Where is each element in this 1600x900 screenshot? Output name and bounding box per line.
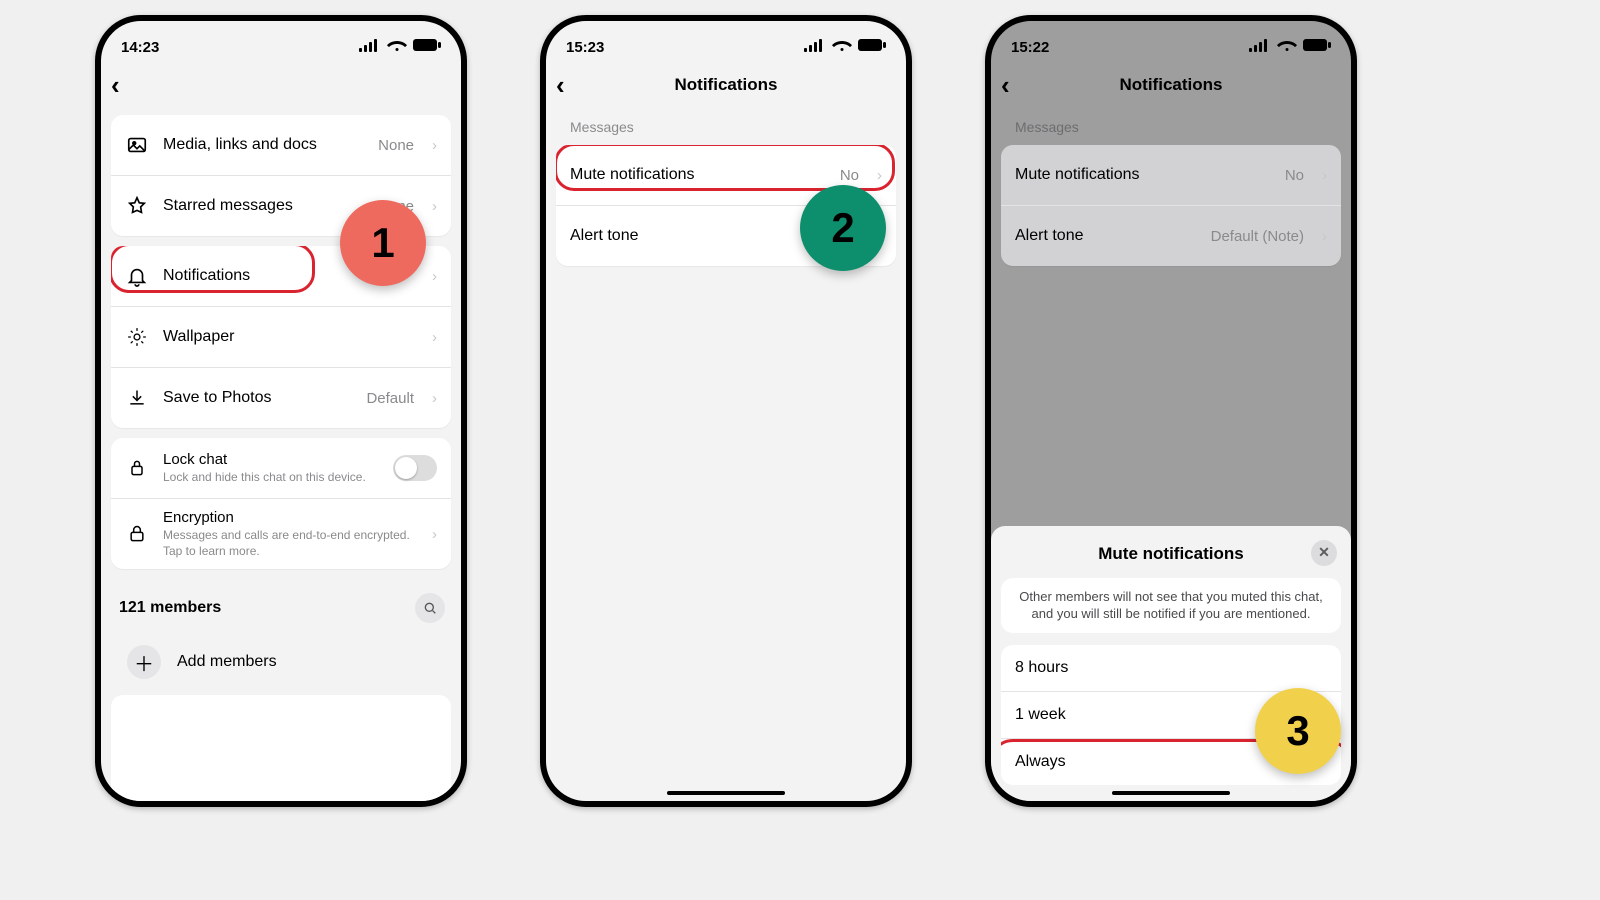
add-members-label: Add members bbox=[177, 653, 277, 671]
status-right bbox=[1249, 38, 1331, 56]
sheet-title-bar: Mute notifications ✕ bbox=[991, 536, 1351, 578]
lock-chat-labelwrap: Lock chat Lock and hide this chat on thi… bbox=[163, 451, 379, 486]
wifi-icon bbox=[387, 38, 407, 56]
lock-chat-sub: Lock and hide this chat on this device. bbox=[163, 470, 379, 486]
members-header: 121 members bbox=[101, 579, 461, 627]
bell-icon bbox=[125, 264, 149, 288]
status-time: 15:22 bbox=[1011, 39, 1049, 56]
phone-1-chat-settings: 14:23 ‹ Media, bbox=[95, 15, 467, 807]
search-icon bbox=[422, 600, 438, 616]
signal-icon bbox=[359, 38, 381, 56]
cell-encryption[interactable]: Encryption Messages and calls are end-to… bbox=[111, 498, 451, 569]
save-photos-value: Default bbox=[366, 390, 414, 407]
wallpaper-label: Wallpaper bbox=[163, 328, 414, 346]
media-label: Media, links and docs bbox=[163, 136, 364, 154]
wifi-icon bbox=[832, 38, 852, 56]
chevron-right-icon: › bbox=[432, 329, 437, 346]
tone-label: Alert tone bbox=[1015, 227, 1197, 245]
chevron-right-icon: › bbox=[432, 526, 437, 543]
title-bar: ‹ Notifications bbox=[546, 65, 906, 105]
lock-icon bbox=[125, 522, 149, 546]
status-bar: 15:22 bbox=[991, 21, 1351, 65]
battery-icon bbox=[858, 38, 886, 56]
cell-wallpaper[interactable]: Wallpaper › bbox=[111, 306, 451, 367]
cell-media[interactable]: Media, links and docs None › bbox=[111, 115, 451, 175]
mute-label: Mute notifications bbox=[570, 166, 826, 184]
phone-2-notifications: 15:23 ‹ Notifications Messages Mute noti… bbox=[540, 15, 912, 807]
sheet-title: Mute notifications bbox=[1098, 544, 1243, 563]
sheet-note: Other members will not see that you mute… bbox=[1001, 578, 1341, 633]
cell-save-photos[interactable]: Save to Photos Default › bbox=[111, 367, 451, 428]
back-icon[interactable]: ‹ bbox=[1001, 72, 1010, 98]
cell-lock-chat[interactable]: Lock chat Lock and hide this chat on thi… bbox=[111, 438, 451, 498]
encryption-label: Encryption bbox=[163, 509, 414, 526]
mute-value: No bbox=[1285, 167, 1304, 184]
tutorial-three-phones: 14:23 ‹ Media, bbox=[0, 0, 1600, 900]
signal-icon bbox=[804, 38, 826, 56]
title: Notifications bbox=[675, 75, 778, 95]
status-right bbox=[804, 38, 886, 56]
cell-mute: Mute notifications No › bbox=[1001, 145, 1341, 205]
status-time: 15:23 bbox=[566, 39, 604, 56]
title: Notifications bbox=[1120, 75, 1223, 95]
media-value: None bbox=[378, 137, 414, 154]
members-count: 121 members bbox=[119, 599, 221, 617]
chevron-right-icon: › bbox=[432, 137, 437, 154]
chevron-right-icon: › bbox=[877, 167, 882, 184]
download-icon bbox=[125, 386, 149, 410]
title-bar: ‹ Notifications bbox=[991, 65, 1351, 105]
wifi-icon bbox=[1277, 38, 1297, 56]
sheet-close-button[interactable]: ✕ bbox=[1311, 540, 1337, 566]
step-badge-2: 2 bbox=[800, 185, 886, 271]
home-indicator bbox=[1112, 791, 1230, 795]
chevron-right-icon: › bbox=[432, 198, 437, 215]
option-8-hours[interactable]: 8 hours bbox=[1001, 645, 1341, 691]
section-messages: Messages bbox=[570, 119, 906, 135]
lock-chat-label: Lock chat bbox=[163, 451, 379, 468]
star-icon bbox=[125, 194, 149, 218]
chevron-right-icon: › bbox=[432, 390, 437, 407]
status-bar: 15:23 bbox=[546, 21, 906, 65]
chevron-right-icon: › bbox=[432, 268, 437, 285]
title-bar: ‹ bbox=[101, 65, 461, 105]
home-indicator bbox=[667, 791, 785, 795]
cell-tone: Alert tone Default (Note) › bbox=[1001, 205, 1341, 266]
chevron-right-icon: › bbox=[1322, 167, 1327, 184]
add-members-row[interactable]: ＋ Add members bbox=[111, 635, 451, 689]
members-search-button[interactable] bbox=[415, 593, 445, 623]
back-icon[interactable]: ‹ bbox=[556, 72, 565, 98]
lock-chat-icon bbox=[125, 456, 149, 480]
security-group: Lock chat Lock and hide this chat on thi… bbox=[111, 438, 451, 569]
close-icon: ✕ bbox=[1318, 544, 1330, 561]
messages-group-dimmed: Mute notifications No › Alert tone Defau… bbox=[1001, 145, 1341, 266]
mute-label: Mute notifications bbox=[1015, 166, 1271, 184]
status-right bbox=[359, 38, 441, 56]
chevron-right-icon: › bbox=[1322, 228, 1327, 245]
photo-icon bbox=[125, 133, 149, 157]
step-badge-1: 1 bbox=[340, 200, 426, 286]
tone-value: Default (Note) bbox=[1211, 228, 1304, 245]
status-time: 14:23 bbox=[121, 39, 159, 56]
back-icon[interactable]: ‹ bbox=[111, 72, 120, 98]
save-photos-label: Save to Photos bbox=[163, 389, 352, 407]
step-badge-3: 3 bbox=[1255, 688, 1341, 774]
wallpaper-icon bbox=[125, 325, 149, 349]
lock-chat-toggle[interactable] bbox=[393, 455, 437, 481]
plus-icon: ＋ bbox=[127, 645, 161, 679]
encryption-labelwrap: Encryption Messages and calls are end-to… bbox=[163, 509, 414, 559]
members-list-placeholder bbox=[111, 695, 451, 807]
tone-label: Alert tone bbox=[570, 227, 797, 245]
battery-icon bbox=[413, 38, 441, 56]
encryption-sub: Messages and calls are end-to-end encryp… bbox=[163, 528, 414, 559]
section-messages: Messages bbox=[1015, 119, 1351, 135]
starred-label: Starred messages bbox=[163, 197, 364, 215]
signal-icon bbox=[1249, 38, 1271, 56]
battery-icon bbox=[1303, 38, 1331, 56]
status-bar: 14:23 bbox=[101, 21, 461, 65]
mute-value: No bbox=[840, 167, 859, 184]
